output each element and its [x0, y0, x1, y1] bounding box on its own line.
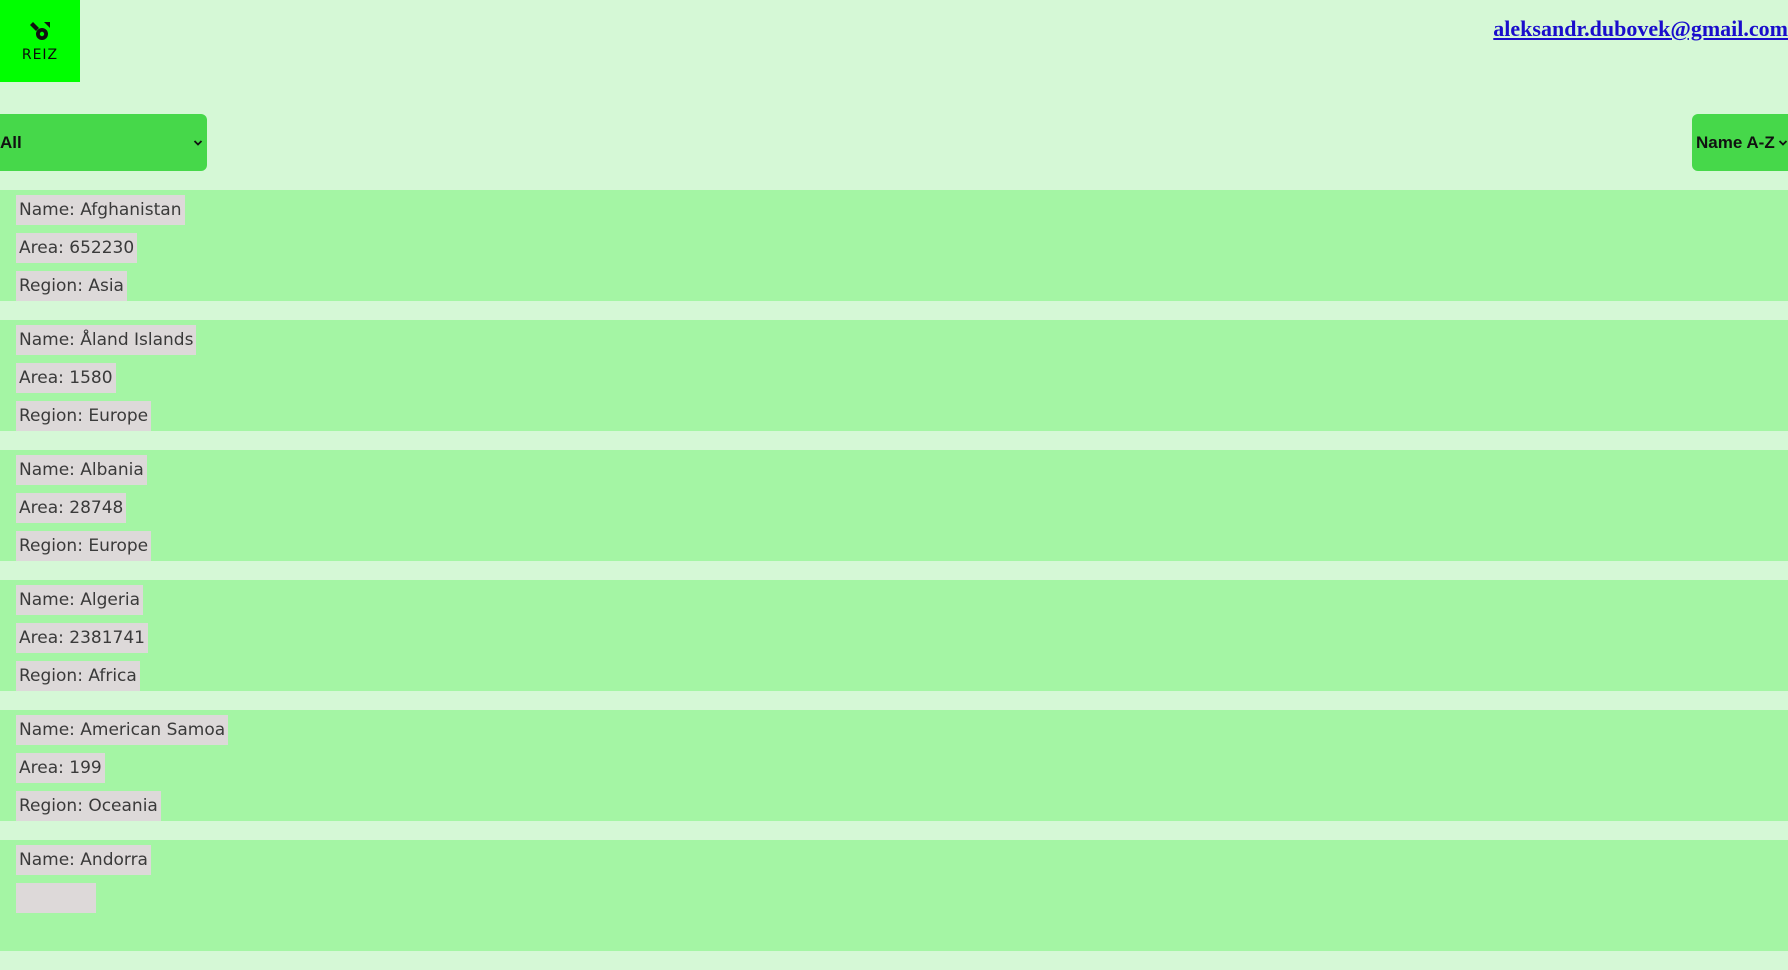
- country-region: Region: Africa: [16, 661, 140, 691]
- logo-text: REIZ: [21, 47, 59, 63]
- country-name: Name: Algeria: [16, 585, 144, 615]
- country-name: Name: Andorra: [16, 845, 151, 875]
- country-area: Area: 1580: [16, 363, 116, 393]
- country-region: Region: Europe: [16, 401, 152, 431]
- country-area: Area: 28748: [16, 493, 127, 523]
- country-region: Region: Oceania: [16, 791, 161, 821]
- country-card: Name: Algeria Area: 2381741 Region: Afri…: [0, 580, 1788, 691]
- reiz-logo-icon: [30, 22, 50, 40]
- country-card: Name: Andorra: [0, 840, 1788, 951]
- sort-select[interactable]: Name A-Z: [1692, 114, 1788, 171]
- chevron-down-icon: [193, 139, 203, 146]
- country-region: Region: Asia: [16, 271, 127, 301]
- country-area: Area: 652230: [16, 233, 138, 263]
- country-area: Area: 2381741: [16, 623, 148, 653]
- region-filter-value: All: [0, 132, 22, 152]
- email-link[interactable]: aleksandr.dubovek@gmail.com: [1493, 16, 1788, 42]
- country-area: Area: 199: [16, 753, 105, 783]
- header: REIZ aleksandr.dubovek@gmail.com: [0, 0, 1788, 82]
- country-area: [16, 883, 96, 913]
- country-list: Name: Afghanistan Area: 652230 Region: A…: [0, 190, 1788, 970]
- country-card: Name: Albania Area: 28748 Region: Europe: [0, 450, 1788, 561]
- region-filter-select[interactable]: All: [0, 114, 207, 171]
- country-name: Name: American Samoa: [16, 715, 229, 745]
- country-region: Region: Europe: [16, 531, 152, 561]
- logo[interactable]: REIZ: [0, 0, 80, 82]
- chevron-down-icon: [1778, 139, 1787, 146]
- country-name: Name: Afghanistan: [16, 195, 185, 225]
- country-card: Name: Åland Islands Area: 1580 Region: E…: [0, 320, 1788, 431]
- country-name: Name: Albania: [16, 455, 147, 485]
- country-card: Name: Afghanistan Area: 652230 Region: A…: [0, 190, 1788, 301]
- country-name: Name: Åland Islands: [16, 325, 197, 355]
- sort-value: Name A-Z: [1696, 132, 1775, 152]
- country-card: Name: American Samoa Area: 199 Region: O…: [0, 710, 1788, 821]
